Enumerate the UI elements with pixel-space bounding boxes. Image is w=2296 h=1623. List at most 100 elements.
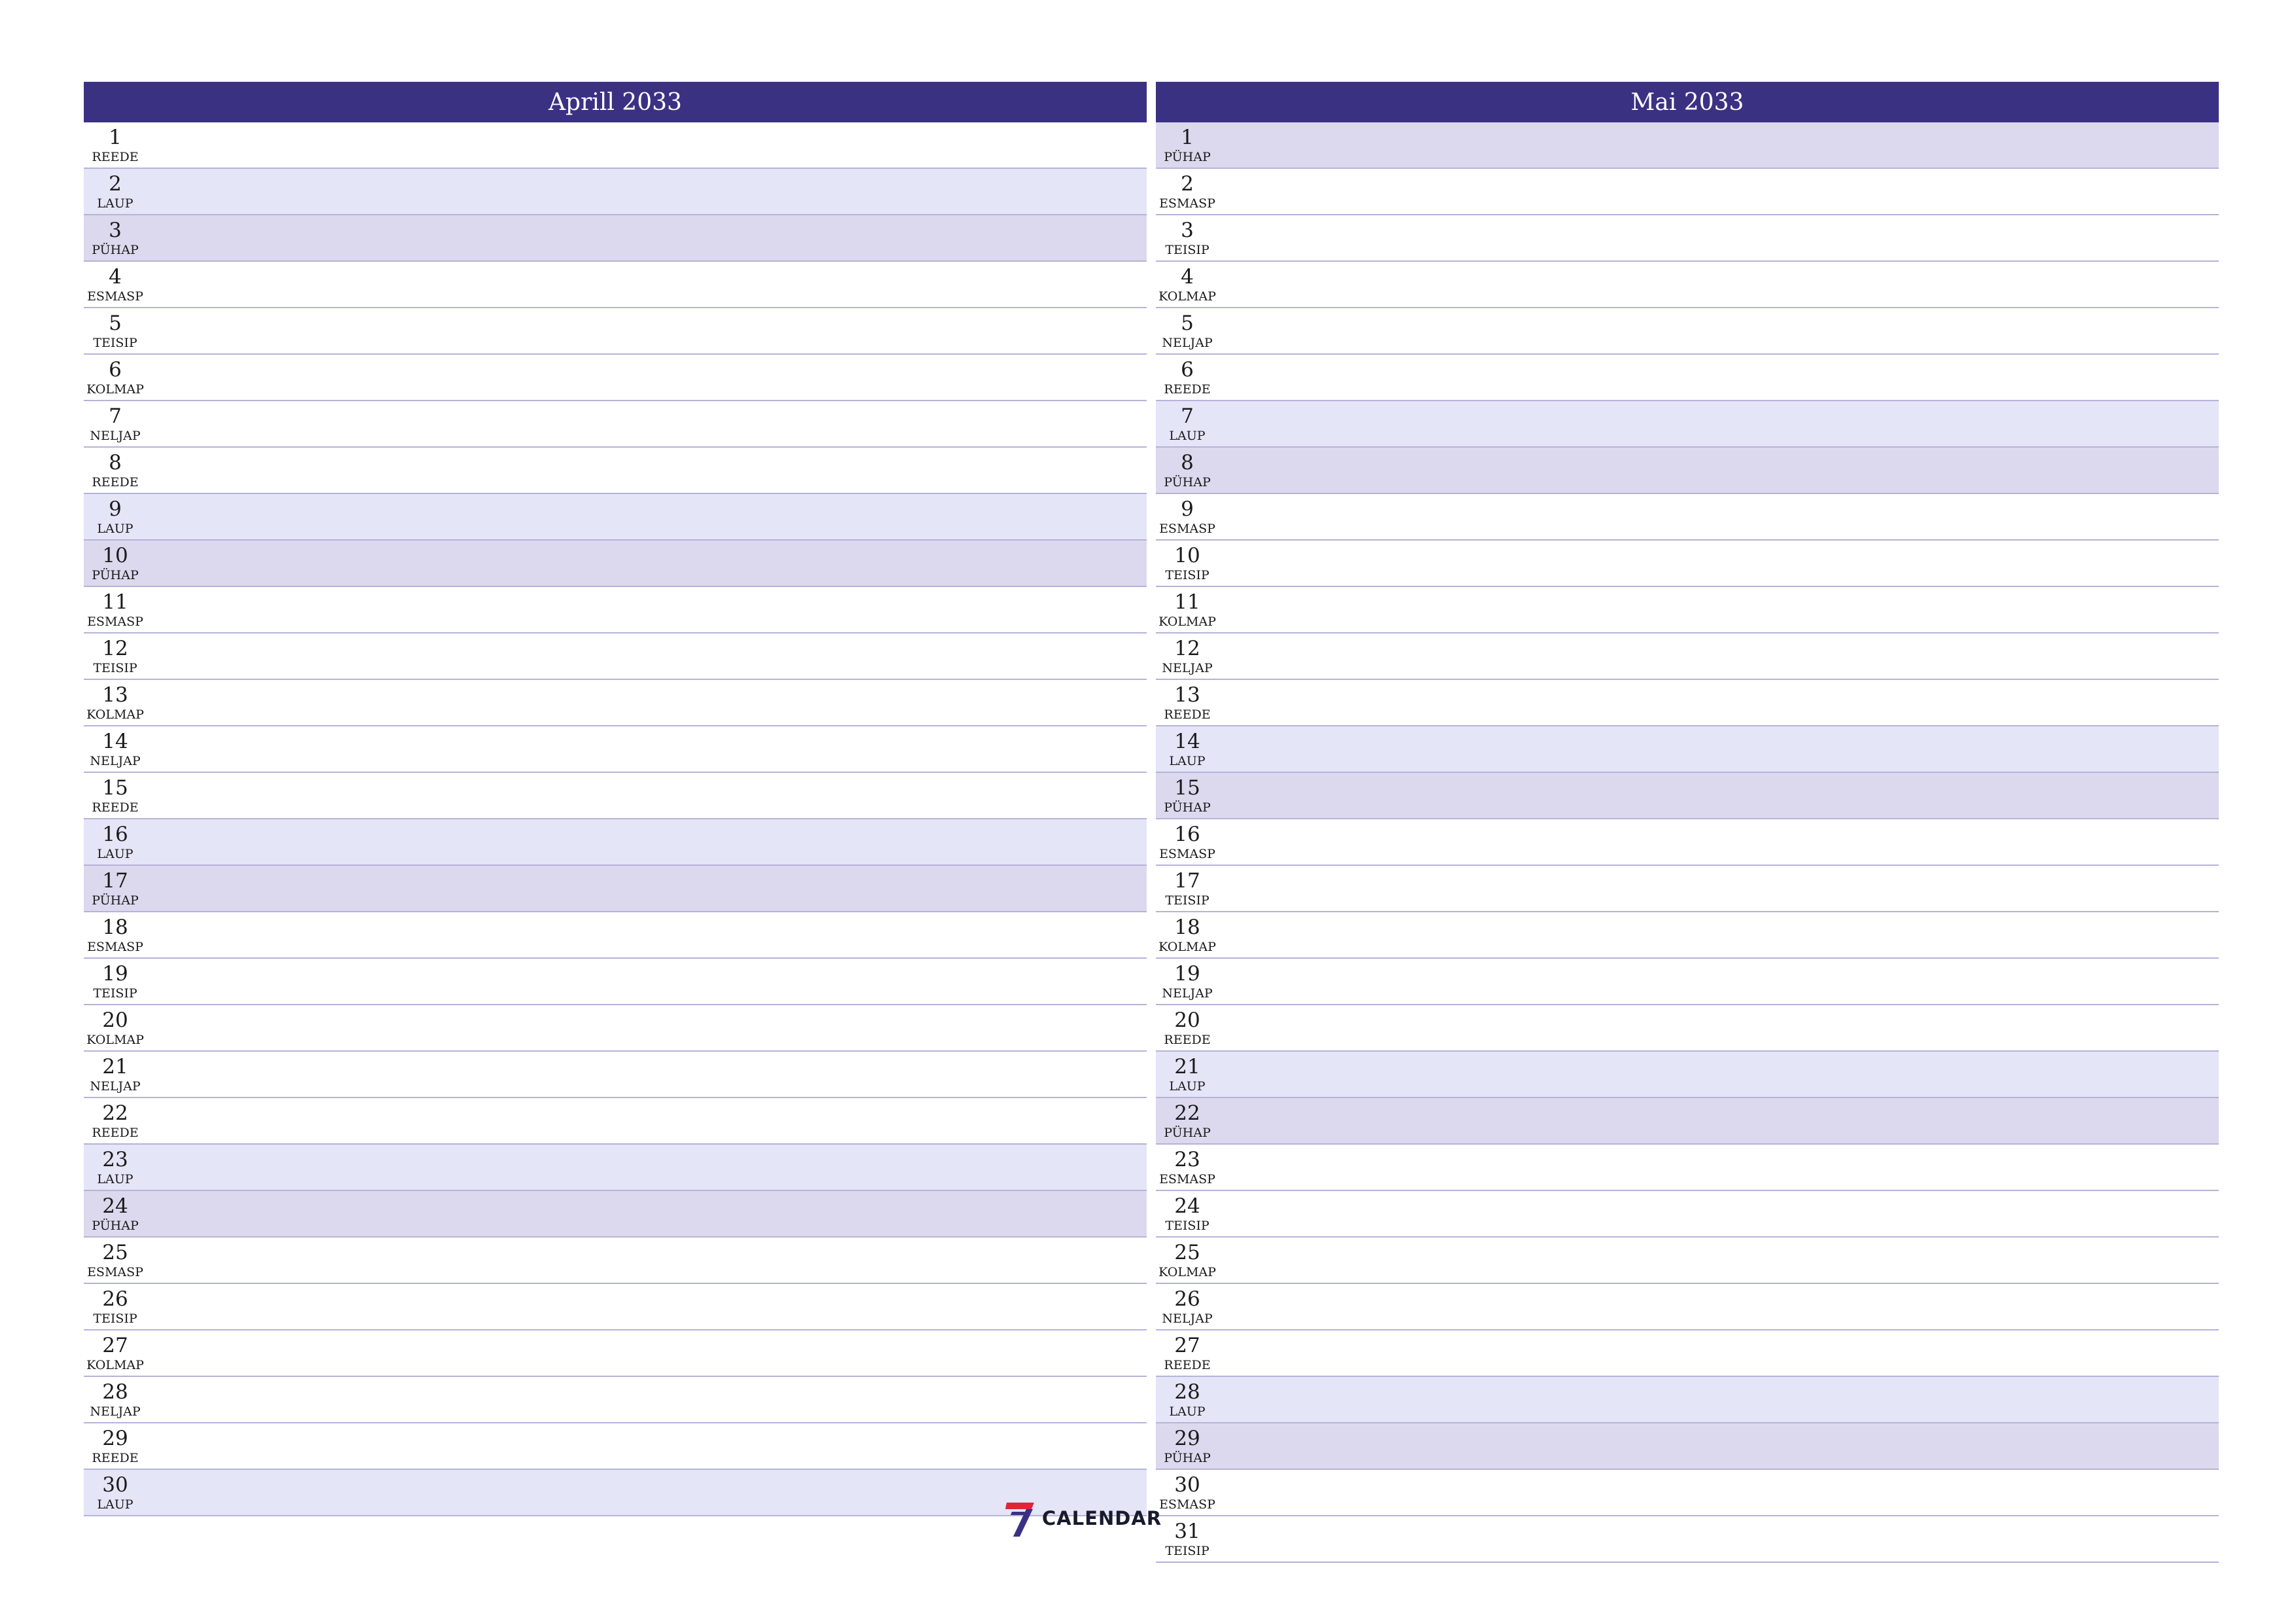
day-row[interactable]: 20 KOLMAP [84,1005,1147,1052]
day-row[interactable]: 30 ESMASP [1156,1470,2219,1516]
day-row[interactable]: 14 NELJAP [84,726,1147,773]
day-row[interactable]: 14 LAUP [1156,726,2219,773]
day-row[interactable]: 25 KOLMAP [1156,1238,2219,1284]
day-row[interactable]: 15 REEDE [84,773,1147,819]
day-row[interactable]: 24 TEISIP [1156,1191,2219,1238]
day-row[interactable]: 8 REEDE [84,448,1147,494]
day-row[interactable]: 27 REEDE [1156,1330,2219,1377]
day-number: 17 [102,869,128,893]
day-row[interactable]: 2 LAUP [84,169,1147,215]
day-number: 21 [102,1055,128,1079]
day-row[interactable]: 18 ESMASP [84,912,1147,959]
day-label: 15 PÜHAP [1156,773,1219,818]
day-row[interactable]: 22 PÜHAP [1156,1098,2219,1145]
day-row[interactable]: 19 NELJAP [1156,959,2219,1005]
weekday-name: TEISIP [93,986,137,1001]
day-row[interactable]: 6 REEDE [1156,355,2219,401]
day-row[interactable]: 6 KOLMAP [84,355,1147,401]
day-row[interactable]: 17 PÜHAP [84,866,1147,912]
day-row[interactable]: 12 NELJAP [1156,633,2219,680]
day-row[interactable]: 11 KOLMAP [1156,587,2219,633]
day-row[interactable]: 4 KOLMAP [1156,262,2219,308]
day-row[interactable]: 5 NELJAP [1156,308,2219,355]
day-number: 30 [1174,1473,1200,1497]
brand-logo[interactable]: CALENDAR [1005,1500,1162,1537]
day-row[interactable]: 21 LAUP [1156,1052,2219,1098]
day-number: 15 [1174,776,1200,800]
day-row[interactable]: 30 LAUP [84,1470,1147,1516]
day-row[interactable]: 23 ESMASP [1156,1145,2219,1191]
day-row[interactable]: 29 REEDE [84,1423,1147,1470]
day-row[interactable]: 10 TEISIP [1156,541,2219,587]
day-label: 1 PÜHAP [1156,122,1219,168]
day-row[interactable]: 7 NELJAP [84,401,1147,448]
day-label: 6 REEDE [1156,355,1219,400]
day-row[interactable]: 10 PÜHAP [84,541,1147,587]
weekday-name: KOLMAP [1158,940,1216,954]
day-row[interactable]: 26 TEISIP [84,1284,1147,1330]
day-row[interactable]: 21 NELJAP [84,1052,1147,1098]
brand-name: CALENDAR [1042,1507,1162,1529]
day-row[interactable]: 20 REEDE [1156,1005,2219,1052]
weekday-name: ESMASP [1159,847,1215,861]
day-number: 20 [1174,1008,1200,1032]
weekday-name: REEDE [92,1126,139,1140]
day-row[interactable]: 1 PÜHAP [1156,122,2219,169]
day-row[interactable]: 13 REEDE [1156,680,2219,726]
day-row[interactable]: 22 REEDE [84,1098,1147,1145]
weekday-name: PÜHAP [1164,1451,1211,1465]
day-label: 25 KOLMAP [1156,1238,1219,1283]
day-number: 16 [102,823,128,846]
day-row[interactable]: 23 LAUP [84,1145,1147,1191]
day-label: 26 TEISIP [84,1284,147,1329]
day-row[interactable]: 15 PÜHAP [1156,773,2219,819]
day-row[interactable]: 16 LAUP [84,819,1147,866]
weekday-name: REEDE [92,800,139,815]
day-row[interactable]: 3 PÜHAP [84,215,1147,262]
day-number: 28 [102,1380,128,1404]
day-row[interactable]: 26 NELJAP [1156,1284,2219,1330]
weekday-name: PÜHAP [1164,800,1211,815]
day-row[interactable]: 27 KOLMAP [84,1330,1147,1377]
day-row[interactable]: 3 TEISIP [1156,215,2219,262]
day-row[interactable]: 2 ESMASP [1156,169,2219,215]
day-row[interactable]: 25 ESMASP [84,1238,1147,1284]
day-row[interactable]: 19 TEISIP [84,959,1147,1005]
day-number: 9 [109,497,122,521]
day-label: 20 KOLMAP [84,1005,147,1050]
day-row[interactable]: 5 TEISIP [84,308,1147,355]
day-number: 18 [1174,916,1200,939]
day-row[interactable]: 8 PÜHAP [1156,448,2219,494]
day-number: 28 [1174,1380,1200,1404]
day-label: 27 REEDE [1156,1330,1219,1376]
day-label: 9 ESMASP [1156,494,1219,539]
weekday-name: TEISIP [1165,568,1210,582]
day-row[interactable]: 28 LAUP [1156,1377,2219,1423]
day-list: 1 PÜHAP 2 ESMASP 3 TEISIP 4 KOLMAP 5 NELJAP 6 REEDE… [1156,122,2219,1563]
day-label: 31 TEISIP [1156,1516,1219,1561]
day-row[interactable]: 13 KOLMAP [84,680,1147,726]
day-row[interactable]: 31 TEISIP [1156,1516,2219,1563]
day-label: 16 ESMASP [1156,819,1219,865]
day-label: 8 REEDE [84,448,147,493]
day-row[interactable]: 12 TEISIP [84,633,1147,680]
day-row[interactable]: 9 LAUP [84,494,1147,541]
weekday-name: ESMASP [87,1265,143,1279]
day-row[interactable]: 7 LAUP [1156,401,2219,448]
weekday-name: KOLMAP [1158,615,1216,629]
day-number: 9 [1181,497,1194,521]
day-number: 12 [102,637,128,660]
day-row[interactable]: 16 ESMASP [1156,819,2219,866]
day-row[interactable]: 17 TEISIP [1156,866,2219,912]
day-row[interactable]: 11 ESMASP [84,587,1147,633]
weekday-name: NELJAP [90,754,141,768]
day-row[interactable]: 4 ESMASP [84,262,1147,308]
day-row[interactable]: 9 ESMASP [1156,494,2219,541]
day-row[interactable]: 29 PÜHAP [1156,1423,2219,1470]
day-row[interactable]: 24 PÜHAP [84,1191,1147,1238]
day-row[interactable]: 28 NELJAP [84,1377,1147,1423]
day-row[interactable]: 18 KOLMAP [1156,912,2219,959]
day-number: 11 [1174,590,1200,614]
day-number: 23 [1174,1148,1200,1171]
day-row[interactable]: 1 REEDE [84,122,1147,169]
